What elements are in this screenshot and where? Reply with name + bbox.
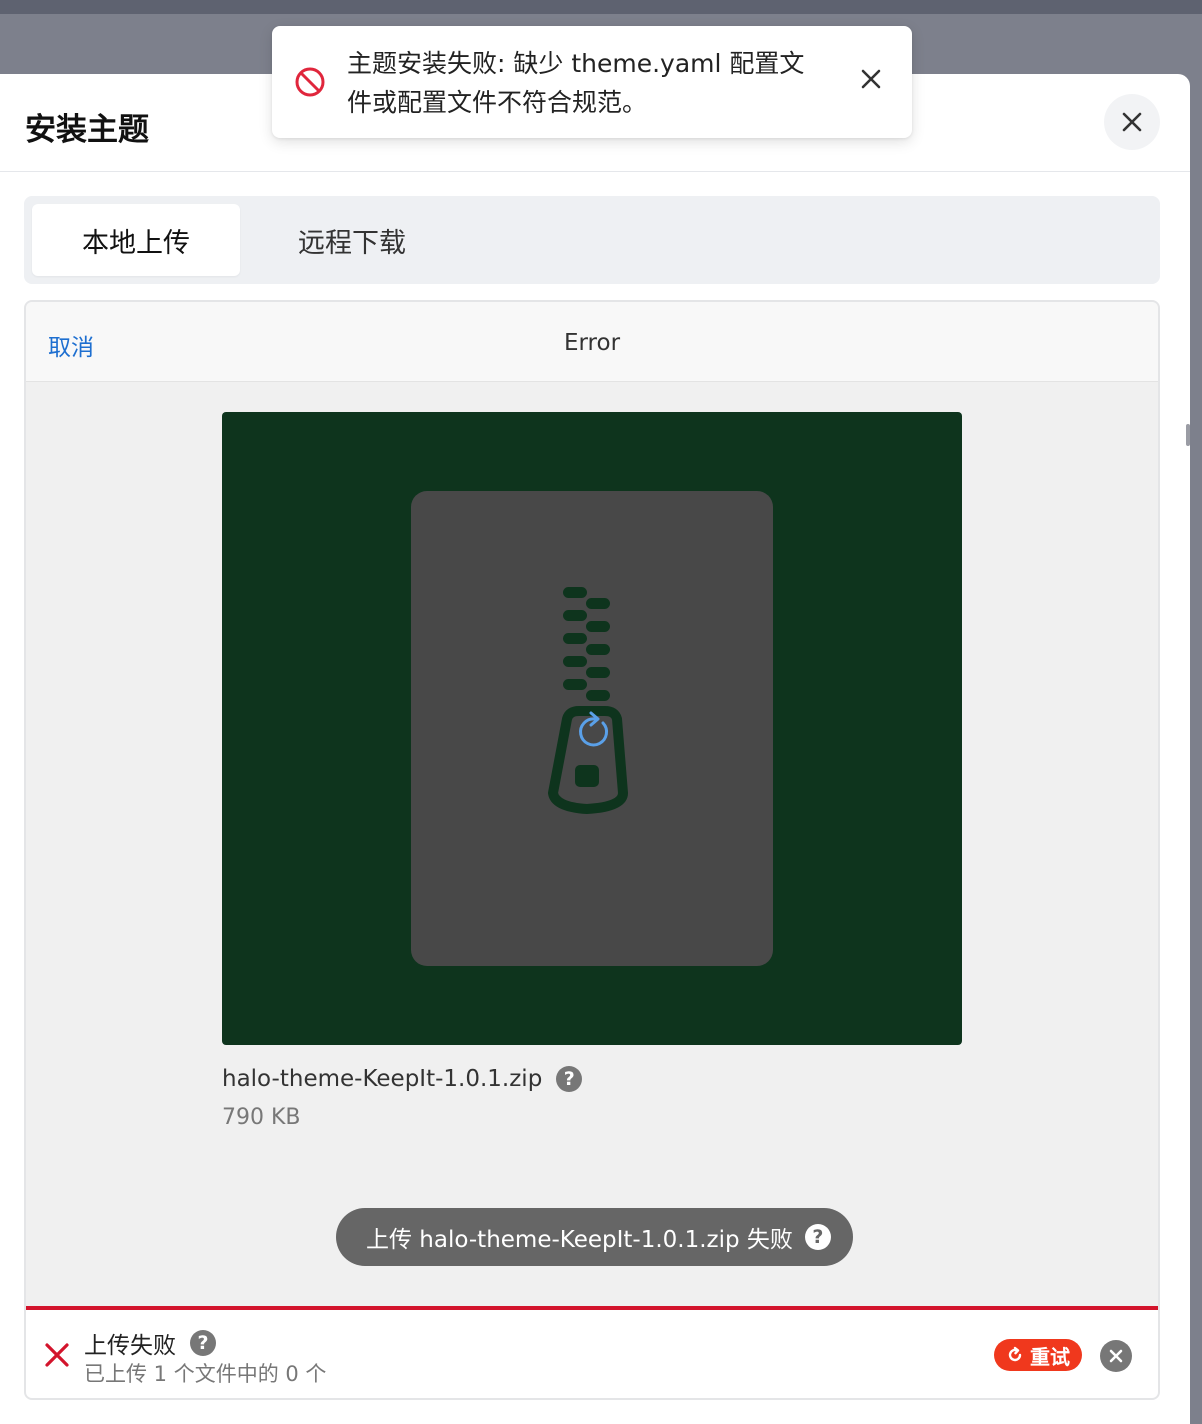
zip-archive-icon (548, 587, 628, 814)
file-name-row: halo-theme-KeepIt-1.0.1.zip ? (222, 1066, 583, 1092)
upload-error-message: 上传 halo-theme-KeepIt-1.0.1.zip 失败 ? (336, 1208, 853, 1266)
uploader-header: 取消 Error (26, 302, 1158, 382)
upload-tabs: 本地上传 远程下载 (24, 196, 1160, 284)
uploader-status-title: Error (563, 330, 621, 356)
status-title-row: 上传失败 ? (84, 1326, 216, 1360)
question-icon[interactable]: ? (804, 1224, 831, 1250)
retry-label: 重试 (1030, 1344, 1070, 1369)
question-icon[interactable]: ? (556, 1066, 583, 1092)
backdrop-top-bar (0, 0, 1202, 14)
toast-message: 主题安装失败: 缺少 theme.yaml 配置文件或配置文件不符合规范。 (347, 49, 805, 117)
tab-remote-download[interactable]: 远程下载 (248, 204, 456, 276)
x-mark-icon (45, 1343, 69, 1367)
dismiss-upload-button[interactable] (1100, 1340, 1132, 1372)
dialog-close-button[interactable] (1104, 94, 1160, 150)
close-icon (1122, 112, 1142, 132)
question-icon[interactable]: ? (190, 1330, 216, 1356)
file-uploader: 取消 Error halo-theme-KeepIt-1.0.1.zip ? 7… (24, 300, 1160, 1400)
file-name: halo-theme-KeepIt-1.0.1.zip (222, 1066, 543, 1092)
status-title: 上传失败 (84, 1333, 176, 1359)
prohibited-icon (295, 67, 325, 97)
file-size: 790 KB (222, 1105, 301, 1130)
upload-error-text: 上传 halo-theme-KeepIt-1.0.1.zip 失败 (366, 1227, 793, 1253)
file-preview (222, 412, 962, 1045)
status-subtitle: 已上传 1 个文件中的 0 个 (84, 1362, 327, 1386)
close-icon (1109, 1349, 1123, 1363)
error-toast: 主题安装失败: 缺少 theme.yaml 配置文件或配置文件不符合规范。 (272, 26, 912, 138)
dialog-title: 安装主题 (25, 112, 149, 148)
close-icon[interactable] (860, 68, 882, 90)
file-thumbnail (411, 491, 773, 966)
scrollbar-thumb[interactable] (1186, 424, 1190, 446)
upload-status-bar: 上传失败 ? 已上传 1 个文件中的 0 个 重试 (26, 1306, 1158, 1398)
refresh-icon (1008, 1346, 1022, 1362)
retry-button[interactable]: 重试 (994, 1339, 1082, 1371)
tab-local-upload[interactable]: 本地上传 (32, 204, 240, 276)
install-theme-dialog: 安装主题 本地上传 远程下载 取消 Error halo-theme-KeepI… (0, 74, 1190, 1424)
